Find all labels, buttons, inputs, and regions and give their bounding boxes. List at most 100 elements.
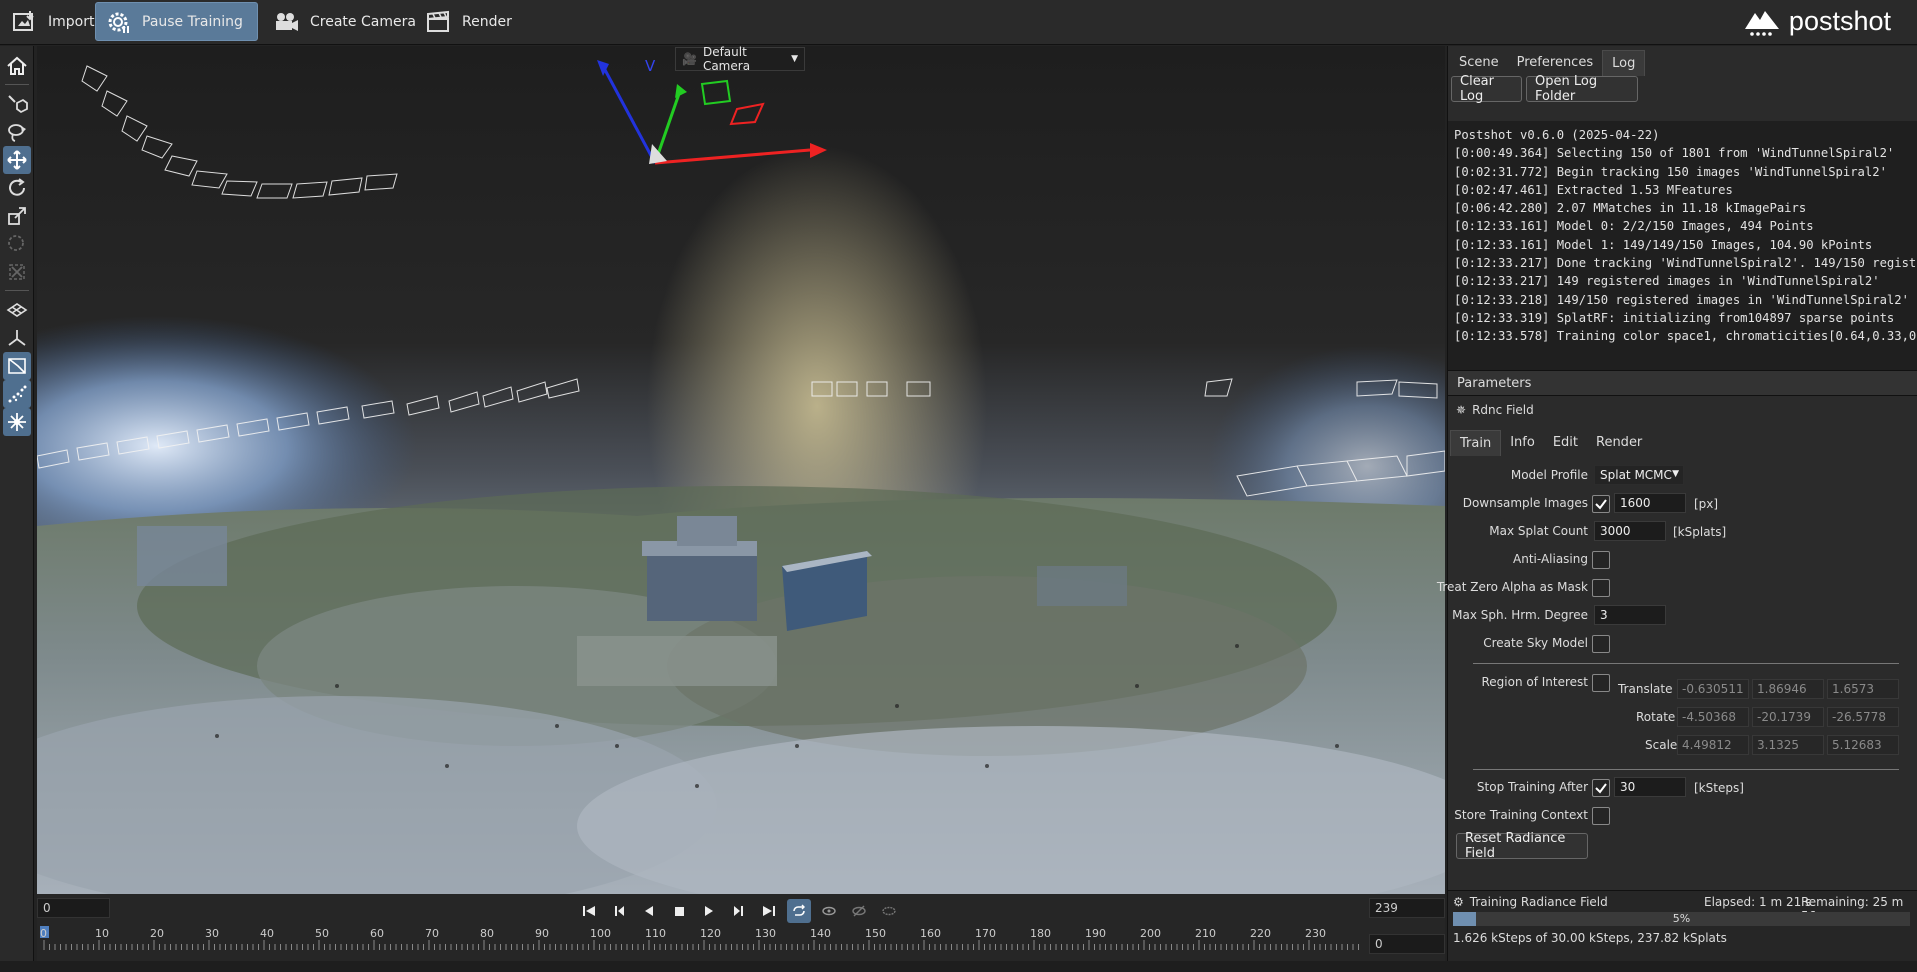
ruler-label: 10 [95, 927, 109, 940]
chevron-down-icon: ▼ [791, 54, 798, 64]
translate-y[interactable]: 1.86946 [1752, 679, 1824, 699]
node-row[interactable]: ✵ Rdnc Field [1456, 403, 1534, 417]
tab-info[interactable]: Info [1501, 430, 1544, 456]
zero-alpha-checkbox[interactable] [1592, 579, 1610, 597]
scale-y[interactable]: 3.1325 [1752, 735, 1824, 755]
loop-icon [793, 904, 805, 916]
hide-button[interactable] [847, 899, 871, 923]
max-splat-row: Max Splat Count 3000 [kSplats] [1448, 521, 1917, 543]
sh-degree-input[interactable]: 3 [1594, 605, 1666, 625]
grid-tool[interactable] [3, 296, 31, 324]
sky-model-checkbox[interactable] [1592, 635, 1610, 653]
pointer-cube-icon [8, 95, 28, 114]
create-camera-button[interactable]: Create Camera [264, 2, 424, 41]
tab-preferences[interactable]: Preferences [1508, 50, 1602, 76]
play-button[interactable] [697, 899, 721, 923]
clear-log-button[interactable]: Clear Log [1451, 74, 1522, 104]
skip-end-icon [763, 906, 775, 916]
delete-selection-tool[interactable] [3, 258, 31, 286]
ruler-ticks: 0 10 20 30 40 50 60 70 80 90 100 110 120 130 140 150 160… [40, 926, 1359, 950]
translate-z[interactable]: 1.6573 [1827, 679, 1899, 699]
progress-bar: 5% [1453, 912, 1910, 926]
ruler-label: 200 [1140, 927, 1161, 940]
stop-button[interactable] [667, 899, 691, 923]
scale-x[interactable]: 4.49812 [1677, 735, 1749, 755]
translate-label: Translate [1618, 682, 1673, 696]
log-line: [0:02:31.772] Begin tracking 150 images … [1454, 164, 1887, 179]
stop-after-row: Stop Training After 30 [kSteps] [1448, 777, 1917, 799]
anti-aliasing-checkbox[interactable] [1592, 551, 1610, 569]
zero-alpha-label: Treat Zero Alpha as Mask [1436, 580, 1588, 594]
log-line: [0:12:33.161] Model 1: 149/149/150 Image… [1454, 237, 1873, 252]
play-backward-button[interactable] [637, 899, 661, 923]
ruler-label: 210 [1195, 927, 1216, 940]
pause-training-button[interactable]: Pause Training [95, 2, 258, 41]
ruler-label: 140 [810, 927, 831, 940]
first-frame-button[interactable] [577, 899, 601, 923]
select-object-tool[interactable] [3, 90, 31, 118]
downsample-checkbox[interactable] [1592, 495, 1610, 513]
point-cloud-tool[interactable] [3, 380, 31, 408]
ruler-label: 150 [865, 927, 886, 940]
reset-radiance-field-button[interactable]: Reset Radiance Field [1456, 831, 1588, 861]
gizmo-label: V [645, 57, 656, 75]
view-toggle-button[interactable] [877, 899, 901, 923]
max-splat-input[interactable]: 3000 [1594, 521, 1666, 541]
next-frame-button[interactable] [727, 899, 751, 923]
stop-after-checkbox[interactable] [1592, 779, 1610, 797]
end-frame-field[interactable]: 239 [1369, 898, 1445, 918]
rotate-z[interactable]: -26.5778 [1827, 707, 1899, 727]
ruler-label: 130 [755, 927, 776, 940]
sparkle-icon [8, 413, 26, 431]
grid-plane-icon [6, 303, 28, 317]
stop-after-input[interactable]: 30 [1614, 777, 1686, 797]
open-log-folder-button[interactable]: Open Log Folder [1526, 74, 1638, 104]
prev-frame-button[interactable] [607, 899, 631, 923]
bottom-strip [0, 961, 1917, 972]
start-frame-field[interactable]: 0 [37, 898, 110, 918]
selection-circle-tool[interactable] [3, 230, 31, 258]
stop-after-unit: [kSteps] [1694, 781, 1744, 795]
rotate-tool[interactable] [3, 174, 31, 202]
tab-log[interactable]: Log [1602, 50, 1646, 76]
rotate-y[interactable]: -20.1739 [1752, 707, 1824, 727]
rotate-x[interactable]: -4.50368 [1677, 707, 1749, 727]
camera-select[interactable]: 🎥 Default Camera ▼ [675, 45, 805, 73]
tab-edit[interactable]: Edit [1544, 430, 1587, 456]
param-tabs: Train Info Edit Render [1450, 430, 1651, 456]
step-back-icon [615, 906, 624, 916]
axes-icon [8, 330, 26, 346]
radiance-field-tool[interactable] [3, 408, 31, 436]
frame-ruler[interactable]: 0 10 20 30 40 50 60 70 80 90 100 110 120 130 140 150 160… [40, 926, 1360, 956]
store-context-checkbox[interactable] [1592, 807, 1610, 825]
mountain-logo-icon [1744, 10, 1779, 36]
camera-frustum-tool[interactable] [3, 352, 31, 380]
scale-tool[interactable] [3, 202, 31, 230]
3d-viewport[interactable]: V [37, 46, 1445, 894]
model-profile-select[interactable]: Splat MCMC ▼ [1594, 465, 1684, 485]
check-icon [1595, 499, 1607, 510]
tab-train[interactable]: Train [1450, 430, 1502, 456]
eye-dots-icon [882, 906, 896, 916]
home-tool[interactable] [3, 52, 31, 80]
axes-tool[interactable] [3, 324, 31, 352]
status-title: Training Radiance Field [1469, 895, 1608, 909]
lasso-tool[interactable] [3, 118, 31, 146]
divider [1473, 769, 1899, 770]
gear-pause-icon [108, 12, 129, 33]
last-frame-button[interactable] [757, 899, 781, 923]
translate-x[interactable]: -0.630511 [1677, 679, 1749, 699]
tab-render[interactable]: Render [1587, 430, 1651, 456]
move-tool[interactable] [3, 146, 31, 174]
onion-skin-button[interactable] [817, 899, 841, 923]
scale-z[interactable]: 5.12683 [1827, 735, 1899, 755]
tab-scene[interactable]: Scene [1450, 50, 1508, 76]
clapperboard-icon [427, 10, 449, 32]
log-line: [0:12:33.161] Model 0: 2/2/150 Images, 4… [1454, 219, 1814, 234]
downsample-input[interactable]: 1600 [1614, 493, 1686, 513]
loop-button[interactable] [787, 899, 811, 923]
ruler-label: 40 [260, 927, 274, 940]
current-frame-field[interactable]: 0 [1369, 934, 1445, 954]
render-button[interactable]: Render [416, 2, 520, 41]
ruler-label: 90 [535, 927, 549, 940]
